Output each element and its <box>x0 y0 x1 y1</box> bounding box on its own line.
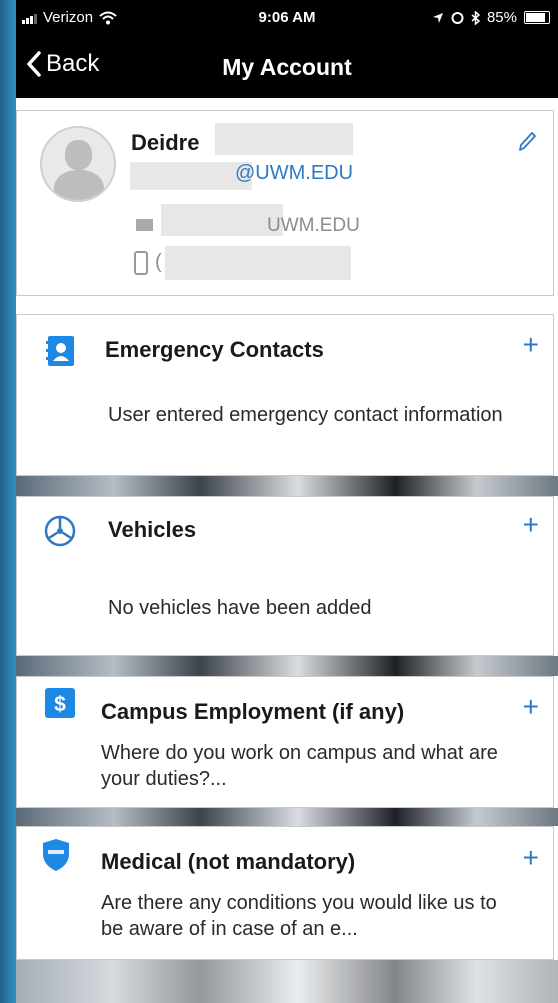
redacted-email-user <box>130 162 252 190</box>
mail-icon <box>136 219 153 231</box>
section-description: No vehicles have been added <box>108 597 372 619</box>
dollar-icon: $ <box>45 688 75 718</box>
battery-percent: 85% <box>486 9 517 26</box>
navigation-bar: Back My Account <box>16 36 558 98</box>
status-indicators: 85% <box>432 9 550 26</box>
emergency-contacts-card[interactable]: Emergency Contacts + User entered emerge… <box>16 314 554 476</box>
section-description: User entered emergency contact informati… <box>108 404 503 426</box>
section-title: Medical (not mandatory) <box>101 849 356 874</box>
profile-card[interactable]: Deidre @UWM.EDU UWM.EDU ( <box>16 110 554 296</box>
background-stripe <box>16 808 558 826</box>
section-title: Vehicles <box>108 517 197 542</box>
medical-card[interactable]: Medical (not mandatory) + Are there any … <box>16 826 554 960</box>
campus-employment-card[interactable]: $ Campus Employment (if any) + Where do … <box>16 676 554 808</box>
secondary-email: UWM.EDU <box>267 215 360 236</box>
redacted-last-name <box>215 123 353 155</box>
contact-book-icon <box>46 336 74 366</box>
background-stripe <box>16 476 558 496</box>
steering-wheel-icon <box>44 515 76 547</box>
background-stripe <box>16 960 558 1003</box>
section-description: Are there any conditions you would like … <box>101 892 497 940</box>
shield-icon <box>43 839 69 871</box>
battery-icon <box>524 11 550 24</box>
add-emergency-contact-button[interactable]: + <box>523 331 539 359</box>
section-title: Emergency Contacts <box>105 337 324 362</box>
profile-email[interactable]: @UWM.EDU <box>235 162 353 185</box>
redacted-secondary-email <box>161 204 283 236</box>
add-vehicle-button[interactable]: + <box>523 511 539 539</box>
profile-name: Deidre <box>131 130 200 155</box>
alarm-icon <box>451 12 464 24</box>
avatar[interactable] <box>40 126 116 202</box>
section-description: Where do you work on campus and what are… <box>101 742 498 790</box>
section-title: Campus Employment (if any) <box>101 699 405 724</box>
bluetooth-icon <box>471 10 480 25</box>
phone-icon <box>134 251 148 275</box>
add-employment-button[interactable]: + <box>523 693 539 721</box>
redacted-phone <box>165 246 351 280</box>
background-stripe <box>16 656 558 676</box>
phone-screen: Verizon 9:06 AM 85% Back My Account Deid… <box>16 0 558 1003</box>
add-medical-button[interactable]: + <box>523 844 539 872</box>
vehicles-card[interactable]: Vehicles + No vehicles have been added <box>16 496 554 656</box>
location-icon <box>432 12 443 23</box>
status-bar: Verizon 9:06 AM 85% <box>16 0 558 36</box>
pencil-icon[interactable] <box>517 131 537 153</box>
phone-number: ( <box>155 251 162 273</box>
svg-text:$: $ <box>54 693 66 716</box>
page-title: My Account <box>222 54 352 80</box>
